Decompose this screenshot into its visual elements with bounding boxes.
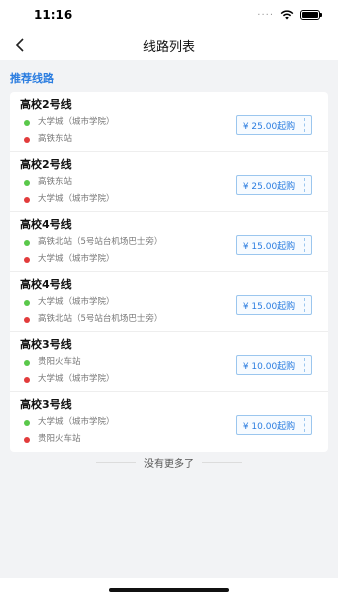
no-more-text: 没有更多了 [144, 458, 194, 470]
start-dot-icon [24, 240, 30, 246]
start-dot-icon [24, 420, 30, 426]
chevron-left-icon [15, 38, 24, 52]
end-dot-icon [24, 257, 30, 263]
route-name: 高校2号线 [20, 98, 72, 111]
price-label: ¥ 25.00起购 [242, 181, 296, 192]
route-name: 高校4号线 [20, 218, 72, 231]
end-dot-icon [24, 317, 30, 323]
battery-icon [300, 10, 322, 20]
signal-dots-icon: ···· [257, 9, 274, 21]
buy-ticket-button[interactable]: ¥ 25.00起购 [236, 115, 312, 135]
route-item[interactable]: 高校3号线 贵阳火车站 大学城（城市学院） ¥ 10.00起购 [10, 332, 328, 392]
price-label: ¥ 10.00起购 [242, 361, 296, 372]
buy-ticket-button[interactable]: ¥ 15.00起购 [236, 295, 312, 315]
start-dot-icon [24, 300, 30, 306]
price-label: ¥ 25.00起购 [242, 121, 296, 132]
start-dot-icon [24, 360, 30, 366]
divider [202, 461, 242, 463]
route-name: 高校2号线 [20, 158, 72, 171]
status-bar: 11:16 ···· [0, 0, 338, 30]
end-dot-icon [24, 197, 30, 203]
wifi-icon [280, 10, 294, 20]
home-indicator[interactable] [109, 588, 229, 592]
no-more-indicator: 没有更多了 [0, 454, 338, 470]
section-label: 推荐线路 [10, 72, 54, 85]
nav-bar: 线路列表 [0, 30, 338, 60]
page-title: 线路列表 [142, 39, 195, 55]
divider [96, 461, 136, 463]
route-item[interactable]: 高校2号线 高铁东站 大学城（城市学院） ¥ 25.00起购 [10, 152, 328, 212]
start-dot-icon [24, 120, 30, 126]
route-name: 高校3号线 [20, 338, 72, 351]
route-item[interactable]: 高校4号线 高铁北站（5号站台机场巴士旁） 大学城（城市学院） ¥ 15.00起… [10, 212, 328, 272]
end-dot-icon [24, 377, 30, 383]
route-item[interactable]: 高校2号线 大学城（城市学院） 高铁东站 ¥ 25.00起购 [10, 92, 328, 152]
buy-ticket-button[interactable]: ¥ 10.00起购 [236, 415, 312, 435]
route-item[interactable]: 高校4号线 大学城（城市学院） 高铁北站（5号站台机场巴士旁） ¥ 15.00起… [10, 272, 328, 332]
route-item[interactable]: 高校3号线 大学城（城市学院） 贵阳火车站 ¥ 10.00起购 [10, 392, 328, 452]
price-label: ¥ 15.00起购 [242, 241, 296, 252]
route-name: 高校4号线 [20, 278, 72, 291]
start-dot-icon [24, 180, 30, 186]
route-name: 高校3号线 [20, 398, 72, 411]
end-dot-icon [24, 437, 30, 443]
route-list: 高校2号线 大学城（城市学院） 高铁东站 ¥ 25.00起购 高校2号线 高铁东… [10, 92, 328, 452]
price-label: ¥ 15.00起购 [242, 301, 296, 312]
price-label: ¥ 10.00起购 [242, 421, 296, 432]
end-dot-icon [24, 137, 30, 143]
buy-ticket-button[interactable]: ¥ 10.00起购 [236, 355, 312, 375]
status-icons: ···· [257, 9, 322, 21]
bottom-safe-area [0, 578, 338, 600]
status-time: 11:16 [34, 8, 73, 22]
buy-ticket-button[interactable]: ¥ 15.00起购 [236, 235, 312, 255]
back-button[interactable] [10, 35, 30, 55]
buy-ticket-button[interactable]: ¥ 25.00起购 [236, 175, 312, 195]
